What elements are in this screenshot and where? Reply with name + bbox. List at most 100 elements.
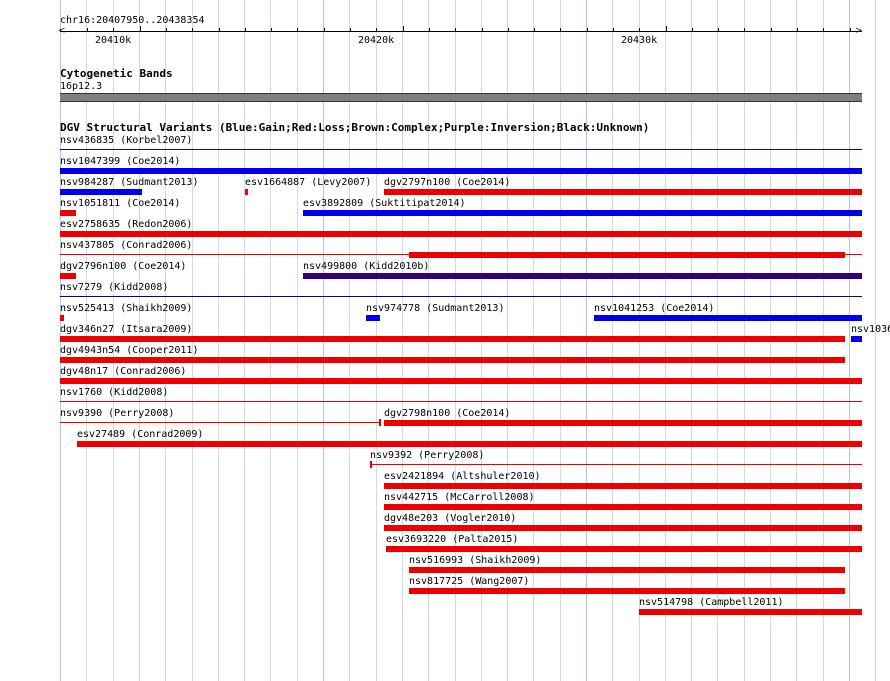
feature-label: dgv2797n100 (Coe2014) xyxy=(384,177,511,188)
feature-label: nsv1041253 (Coe2014) xyxy=(594,303,715,314)
ruler-tick xyxy=(455,28,456,32)
feature-label: nsv7279 (Kidd2008) xyxy=(60,282,169,293)
feature-bar-loss[interactable] xyxy=(409,567,845,573)
feature-bar-loss[interactable] xyxy=(384,504,862,510)
ruler-tick xyxy=(482,28,483,32)
ruler-tick xyxy=(823,28,824,32)
feature-bar-loss[interactable] xyxy=(384,420,862,426)
feature-label: nsv1760 (Kidd2008) xyxy=(60,387,169,398)
feature-bar-loss[interactable] xyxy=(60,210,76,216)
feature-label: nsv437805 (Conrad2006) xyxy=(60,240,193,251)
feature-line-loss[interactable] xyxy=(370,464,862,465)
feature-bar-inversion[interactable] xyxy=(303,273,862,279)
feature-bar-loss[interactable] xyxy=(60,357,845,363)
ruler-tick xyxy=(560,28,561,32)
feature-bar-loss[interactable] xyxy=(60,336,845,342)
feature-label: dgv346n27 (Itsara2009) xyxy=(60,324,193,335)
ruler-tick xyxy=(718,28,719,32)
ruler-axis xyxy=(60,31,862,32)
location-label: chr16:20407950..20438354 xyxy=(60,15,205,26)
ruler-tick xyxy=(587,28,588,32)
feature-end-mark xyxy=(379,419,381,426)
feature-end-mark xyxy=(370,461,372,468)
ruler-tick xyxy=(219,28,220,32)
ruler-tick xyxy=(271,28,272,32)
feature-bar-gain[interactable] xyxy=(366,315,380,321)
feature-label: dgv2796n100 (Coe2014) xyxy=(60,261,187,272)
ruler-tick xyxy=(850,28,851,32)
feature-label: esv3693220 (Palta2015) xyxy=(386,534,519,545)
feature-bar-loss[interactable] xyxy=(60,315,64,321)
feature-bar-loss[interactable] xyxy=(409,588,845,594)
ruler-tick xyxy=(192,28,193,32)
feature-label: nsv514798 (Campbell2011) xyxy=(639,597,784,608)
ruler-tick xyxy=(771,28,772,32)
feature-label: esv3892809 (Suktitipat2014) xyxy=(303,198,466,209)
feature-bar-loss[interactable] xyxy=(639,609,862,615)
ruler-tick xyxy=(666,26,667,32)
feature-label: nsv1051811 (Coe2014) xyxy=(60,198,181,209)
feature-label: nsv516993 (Shaikh2009) xyxy=(409,555,542,566)
feature-bar-loss[interactable] xyxy=(384,525,862,531)
feature-bar-loss[interactable] xyxy=(386,546,862,552)
cytoband-label: 16p12.3 xyxy=(60,81,103,92)
feature-line-loss[interactable] xyxy=(60,422,381,423)
feature-bar-gain[interactable] xyxy=(303,210,862,216)
feature-label: esv2758635 (Redon2006) xyxy=(60,219,193,230)
feature-label: dgv2798n100 (Coe2014) xyxy=(384,408,511,419)
ruler-tick xyxy=(324,28,325,32)
ruler-tick xyxy=(140,26,141,32)
feature-label: nsv442715 (McCarroll2008) xyxy=(384,492,535,503)
feature-bar-loss[interactable] xyxy=(60,378,862,384)
grid-line xyxy=(875,0,876,681)
ruler-tick xyxy=(350,28,351,32)
feature-label: nsv974778 (Sudmant2013) xyxy=(366,303,505,314)
feature-bar-loss[interactable] xyxy=(409,252,845,258)
feature-label: nsv1047399 (Coe2014) xyxy=(60,156,181,167)
ruler-tick xyxy=(87,28,88,32)
ruler-tick xyxy=(639,28,640,32)
cytoband-bar[interactable] xyxy=(60,93,862,102)
feature-line-gain[interactable] xyxy=(60,149,862,150)
feature-bar-gain[interactable] xyxy=(60,168,862,174)
feature-bar-loss[interactable] xyxy=(384,189,862,195)
feature-bar-loss[interactable] xyxy=(384,483,862,489)
feature-bar-loss[interactable] xyxy=(60,231,862,237)
feature-label: esv27489 (Conrad2009) xyxy=(77,429,204,440)
ruler-left-arrow-icon: < xyxy=(58,26,66,36)
grid-line xyxy=(849,0,850,681)
feature-line-loss[interactable] xyxy=(60,401,862,402)
dgv-track-title: DGV Structural Variants (Blue:Gain;Red:L… xyxy=(60,121,650,134)
ruler-tick xyxy=(797,28,798,32)
ruler-label-20410k: 20410k xyxy=(95,35,132,46)
feature-label: nsv436835 (Korbel2007) xyxy=(60,135,193,146)
feature-label: esv2421894 (Altshuler2010) xyxy=(384,471,541,482)
genome-browser-view: chr16:20407950..20438354 < > 20410k 2042… xyxy=(0,0,890,681)
feature-label: esv1664887 (Levy2007) xyxy=(245,177,372,188)
ruler-tick xyxy=(508,28,509,32)
cytoband-track-title: Cytogenetic Bands xyxy=(60,67,173,80)
feature-bar-loss[interactable] xyxy=(245,189,248,195)
ruler-tick xyxy=(403,26,404,32)
feature-label: nsv1036 xyxy=(851,324,890,335)
ruler-tick xyxy=(113,28,114,32)
feature-label: nsv984287 (Sudmant2013) xyxy=(60,177,199,188)
ruler-label-20420k: 20420k xyxy=(358,35,395,46)
feature-label: nsv499800 (Kidd2010b) xyxy=(303,261,430,272)
ruler-tick xyxy=(429,28,430,32)
feature-bar-gain[interactable] xyxy=(851,336,862,342)
feature-bar-gain[interactable] xyxy=(60,189,142,195)
feature-label: dgv4943n54 (Cooper2011) xyxy=(60,345,199,356)
feature-bar-gain[interactable] xyxy=(594,315,862,321)
ruler-tick xyxy=(166,28,167,32)
feature-label: nsv525413 (Shaikh2009) xyxy=(60,303,193,314)
feature-bar-loss[interactable] xyxy=(77,441,862,447)
feature-label: nsv9392 (Perry2008) xyxy=(370,450,485,461)
feature-label: nsv817725 (Wang2007) xyxy=(409,576,530,587)
feature-label: dgv48n17 (Conrad2006) xyxy=(60,366,187,377)
feature-label: dgv48e203 (Vogler2010) xyxy=(384,513,517,524)
feature-line-inversion[interactable] xyxy=(60,296,862,297)
feature-bar-loss[interactable] xyxy=(60,273,76,279)
ruler-tick xyxy=(744,28,745,32)
ruler-tick xyxy=(297,28,298,32)
